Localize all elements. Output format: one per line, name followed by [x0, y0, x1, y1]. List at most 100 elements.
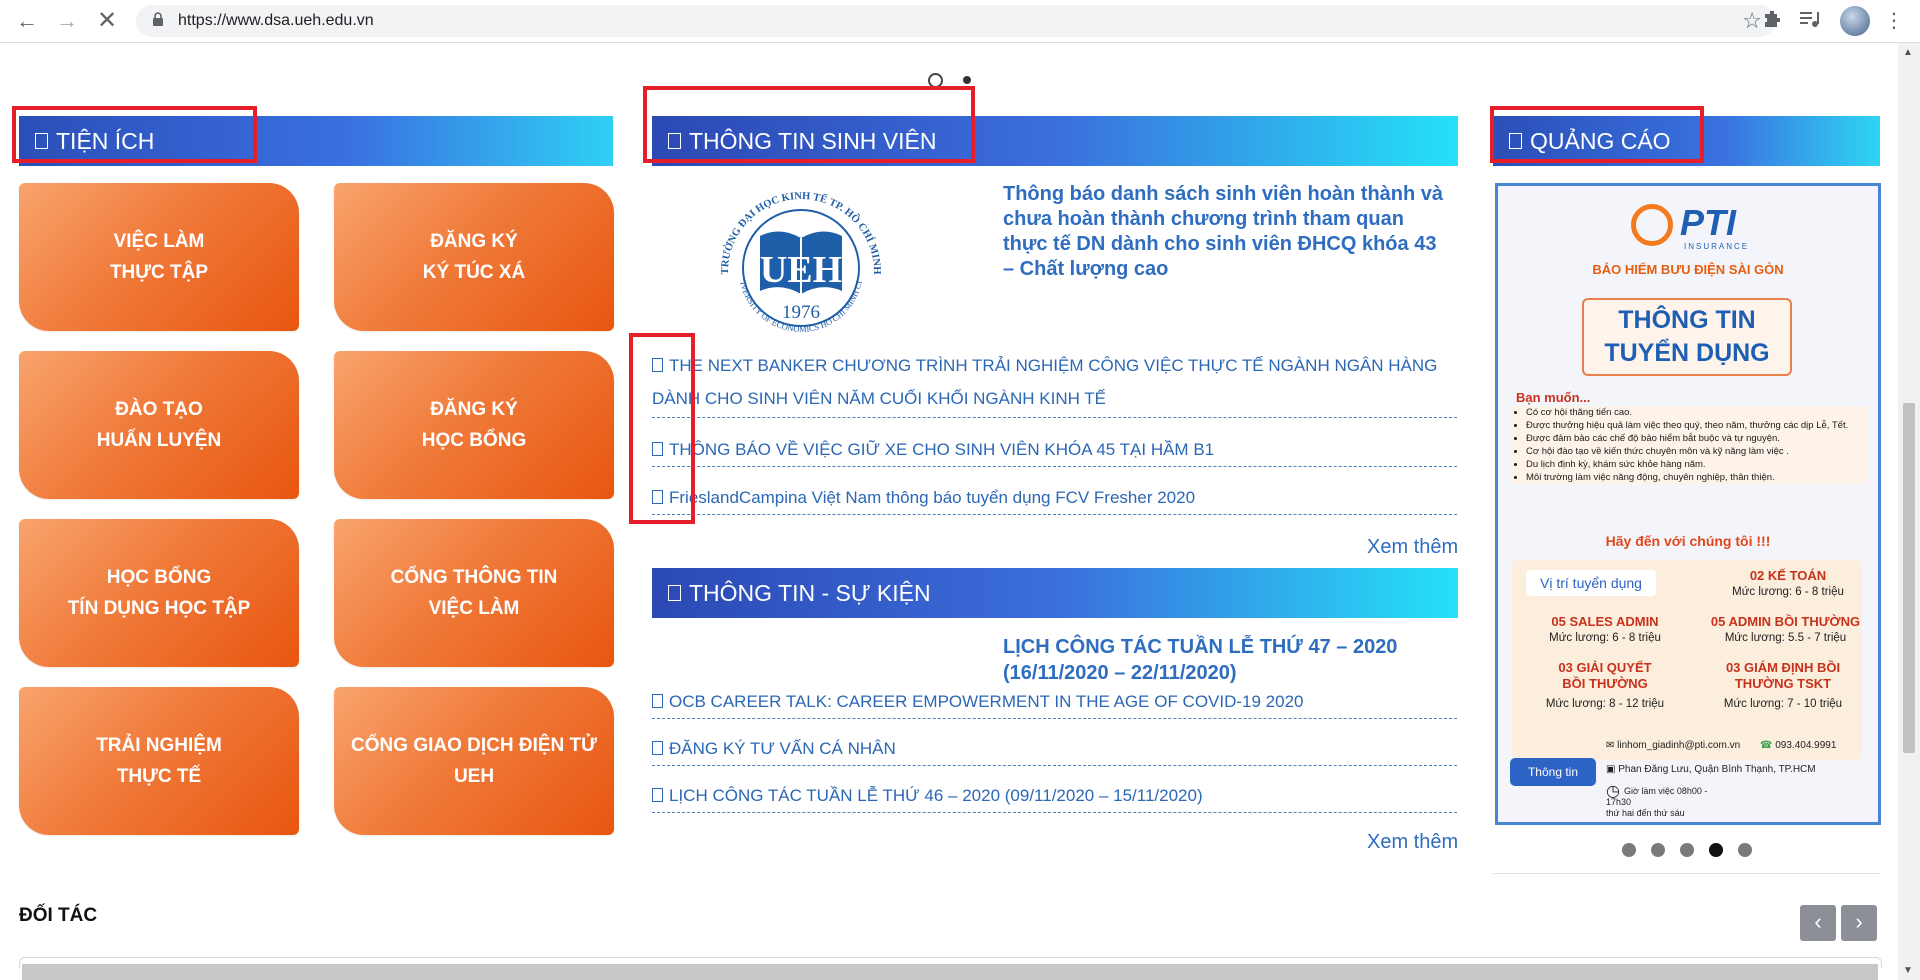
pti-logo-mark — [1631, 204, 1673, 246]
position-name: 05 SALES ADMIN — [1551, 614, 1659, 629]
tile-line: TÍN DỤNG HỌC TẬP — [67, 598, 251, 619]
extensions-icon[interactable] — [1760, 9, 1784, 33]
position-salary: Mức lương: 6 - 8 triệu — [1549, 632, 1661, 644]
tile-dang-ky-ktx[interactable]: ĐĂNG KÝ KÝ TÚC XÁ — [334, 183, 614, 331]
address-bar[interactable]: https://www.dsa.ueh.edu.vn ☆ — [136, 5, 1776, 37]
scroll-up-icon[interactable]: ▲ — [1903, 47, 1913, 58]
carousel-dot[interactable] — [1680, 843, 1694, 857]
position-salary: Mức lương: 5.5 - 7 triệu — [1724, 632, 1847, 644]
carousel-dot[interactable] — [1738, 843, 1752, 857]
address-text: Phan Đăng Lưu, Quận Bình Thạnh, TP.HCM — [1618, 764, 1816, 775]
tile-viec-lam-thuc-tap[interactable]: VIỆC LÀM THỰC TẬP — [19, 183, 299, 331]
tile-trai-nghiem[interactable]: TRẢI NGHIỆM THỰC TẾ — [19, 687, 299, 835]
square-icon — [668, 584, 681, 601]
link-text: THÔNG BÁO VỀ VIỆC GIỮ XE CHO SINH VIÊN K… — [669, 440, 1215, 459]
pti-company: BẢO HIỂM BƯU ĐIỆN SÀI GÒN — [1592, 262, 1784, 277]
carousel-dot[interactable] — [1622, 843, 1636, 857]
contact-email: ✉ linhom_giadinh@pti.com.vn — [1606, 740, 1740, 751]
student-news-link-3[interactable]: FrieslandCampina Việt Nam thông báo tuyể… — [652, 481, 1457, 515]
hours-line: thứ hai đến thứ sáu — [1606, 808, 1685, 818]
tile-line: UEH — [453, 766, 495, 787]
student-news-link-2[interactable]: THÔNG BÁO VỀ VIỆC GIỮ XE CHO SINH VIÊN K… — [652, 433, 1457, 467]
lock-icon — [153, 12, 163, 26]
student-more-link[interactable]: Xem thêm — [1367, 536, 1458, 559]
ad-banner[interactable]: PTI INSURANCE BẢO HIỂM BƯU ĐIỆN SÀI GÒN … — [1495, 183, 1881, 825]
call-to-action: Hãy đến với chúng tôi !!! — [1605, 533, 1771, 549]
position-item: 02 KẾ TOÁN Mức lương: 6 - 8 triệu — [1708, 567, 1868, 601]
tile-dang-ky-hoc-bong[interactable]: ĐĂNG KÝ HỌC BỔNG — [334, 351, 614, 499]
position-name: 03 GIÁM ĐỊNH BỒI THƯỜNG TSKT — [1725, 660, 1841, 691]
horizontal-scrollbar[interactable] — [22, 964, 1878, 980]
carousel-dot[interactable] — [1651, 843, 1665, 857]
tile-dao-tao[interactable]: ĐÀO TẠO HUẤN LUYỆN — [19, 351, 299, 499]
benefit-item: Du lịch định kỳ, khám sức khỏe hàng năm. — [1526, 458, 1868, 471]
contact-phone: ☎ 093.404.9991 — [1760, 740, 1836, 751]
tile-line: HỌC BỔNG — [421, 430, 527, 451]
menu-icon[interactable]: ⋮ — [1884, 8, 1904, 34]
event-link-3[interactable]: LỊCH CÔNG TÁC TUẦN LỄ THỨ 46 – 2020 (09/… — [652, 779, 1457, 813]
headline-line-1: THÔNG TIN — [1618, 306, 1756, 334]
tile-cong-thong-tin[interactable]: CỔNG THÔNG TIN VIỆC LÀM — [334, 519, 614, 667]
events-title: THÔNG TIN - SỰ KIỆN — [689, 580, 931, 606]
benefit-item: Cơ hội đào tạo về kiến thức chuyên môn v… — [1526, 445, 1868, 458]
partners-next-button[interactable]: › — [1841, 905, 1877, 941]
link-text: ĐĂNG KÝ TƯ VẤN CÁ NHÂN — [669, 739, 896, 758]
tile-line: ĐĂNG KÝ — [430, 399, 518, 420]
phone-text: 093.404.9991 — [1775, 740, 1837, 751]
square-icon — [652, 740, 663, 755]
tile-line: VIỆC LÀM — [428, 598, 520, 619]
partners-prev-button[interactable]: ‹ — [1800, 905, 1836, 941]
page-viewport: TIỆN ÍCH VIỆC LÀM THỰC TẬP ĐĂNG KÝ KÝ TÚC … — [0, 43, 1898, 980]
carousel-dot-active[interactable] — [1709, 843, 1723, 857]
pti-brand: PTI — [1680, 202, 1737, 243]
stop-icon[interactable]: ✕ — [92, 6, 122, 36]
position-item: 05 SALES ADMIN Mức lương: 6 - 8 triệu — [1520, 613, 1690, 647]
logo-letters: UEH — [760, 249, 842, 291]
tile-line: VIỆC LÀM — [113, 231, 205, 252]
partners-title: ĐỐI TÁC — [19, 905, 98, 926]
link-text: FrieslandCampina Việt Nam thông báo tuyể… — [669, 488, 1196, 507]
slider-dot-2[interactable] — [963, 76, 971, 84]
tile-line: THỰC TẬP — [109, 262, 209, 283]
featured-student-news[interactable]: Thông báo danh sách sinh viên hoàn thành… — [1003, 182, 1453, 282]
url-text: https://www.dsa.ueh.edu.vn — [178, 12, 374, 29]
clock-icon: ◷ — [1606, 783, 1620, 800]
scroll-thumb[interactable] — [1903, 403, 1915, 753]
position-name: 05 ADMIN BỒI THƯỜNG — [1710, 614, 1861, 629]
benefit-item: Môi trường làm việc năng động, chuyên ng… — [1526, 471, 1868, 484]
tile-line: HỌC BỔNG — [106, 567, 212, 588]
position-item: 05 ADMIN BỒI THƯỜNG Mức lương: 5.5 - 7 t… — [1693, 613, 1878, 647]
ueh-logo[interactable]: TRƯỜNG ĐẠI HỌC KINH TẾ TP. HỒ CHÍ MINH U… — [710, 186, 892, 346]
events-header: THÔNG TIN - SỰ KIỆN — [652, 568, 1458, 618]
event-link-2[interactable]: ĐĂNG KÝ TƯ VẤN CÁ NHÂN — [652, 732, 1457, 766]
mail-icon: ✉ — [1606, 740, 1618, 751]
featured-event[interactable]: LỊCH CÔNG TÁC TUẦN LỄ THỨ 47 – 2020 (16/… — [1003, 634, 1453, 686]
contact-address: ▣ Phan Đăng Lưu, Quận Bình Thạnh, TP.HCM — [1606, 764, 1816, 775]
position-salary: Mức lương: 6 - 8 triệu — [1732, 586, 1844, 598]
highlight-box-student-info — [643, 86, 975, 163]
browser-toolbar: ← → ✕ https://www.dsa.ueh.edu.vn ☆ ⋮ — [0, 0, 1920, 43]
events-more-link[interactable]: Xem thêm — [1367, 831, 1458, 854]
tile-line: CỔNG GIAO DỊCH ĐIỆN TỬ — [351, 735, 597, 756]
position-item: 03 GIẢI QUYẾT BỒI THƯỜNG Mức lương: 8 - … — [1520, 660, 1690, 712]
event-link-1[interactable]: OCB CAREER TALK: CAREER EMPOWERMENT IN T… — [652, 685, 1457, 719]
position-item: 03 GIÁM ĐỊNH BỒI THƯỜNG TSKT Mức lương: … — [1698, 660, 1868, 712]
tile-hoc-bong-tin-dung[interactable]: HỌC BỔNG TÍN DỤNG HỌC TẬP — [19, 519, 299, 667]
positions-label: Vị trí tuyển dụng — [1526, 570, 1656, 596]
media-icon[interactable] — [1798, 9, 1822, 33]
back-icon[interactable]: ← — [12, 6, 42, 36]
phone-icon: ☎ — [1760, 740, 1776, 751]
logo-year: 1976 — [782, 302, 820, 323]
scroll-down-icon[interactable]: ▼ — [1903, 965, 1913, 976]
vertical-scrollbar[interactable]: ▲ ▼ — [1898, 43, 1920, 980]
tile-line: HUẤN LUYỆN — [96, 430, 222, 451]
tile-cong-giao-dich[interactable]: CỔNG GIAO DỊCH ĐIỆN TỬ UEH — [334, 687, 614, 835]
forward-icon[interactable]: → — [52, 6, 82, 36]
link-text: THE NEXT BANKER CHƯƠNG TRÌNH TRẢI NGHIỆM… — [652, 356, 1438, 408]
hours-line: Giờ làm việc 08h00 - 17h30 — [1606, 786, 1708, 807]
tile-line: ĐĂNG KÝ — [430, 231, 518, 252]
student-news-link-1[interactable]: THE NEXT BANKER CHƯƠNG TRÌNH TRẢI NGHIỆM… — [652, 349, 1457, 418]
square-icon — [652, 787, 663, 802]
profile-avatar[interactable] — [1840, 6, 1870, 36]
square-icon — [652, 693, 663, 708]
